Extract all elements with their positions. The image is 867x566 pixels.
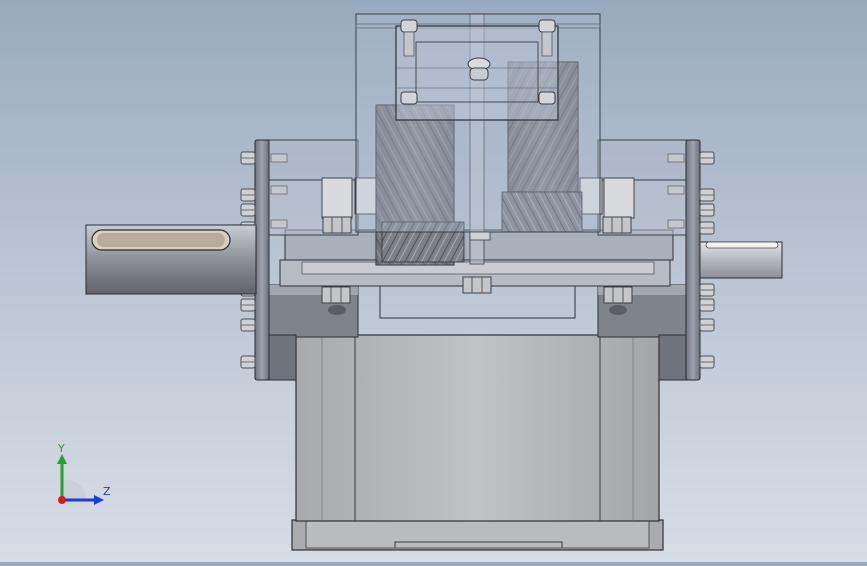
- z-axis-label: Z: [103, 485, 111, 498]
- left-flange[interactable]: [254, 139, 270, 381]
- graphics-viewport[interactable]: Y Z: [0, 0, 867, 562]
- housing-base[interactable]: [291, 334, 664, 551]
- y-axis-label: Y: [58, 442, 65, 455]
- coordinate-triad: Y Z: [48, 440, 118, 510]
- x-axis-point: [58, 496, 66, 504]
- gearbox-model[interactable]: [0, 0, 867, 562]
- inspection-cover[interactable]: [355, 13, 601, 233]
- output-shaft[interactable]: [699, 241, 783, 279]
- right-flange[interactable]: [685, 139, 701, 381]
- input-shaft[interactable]: [85, 224, 257, 295]
